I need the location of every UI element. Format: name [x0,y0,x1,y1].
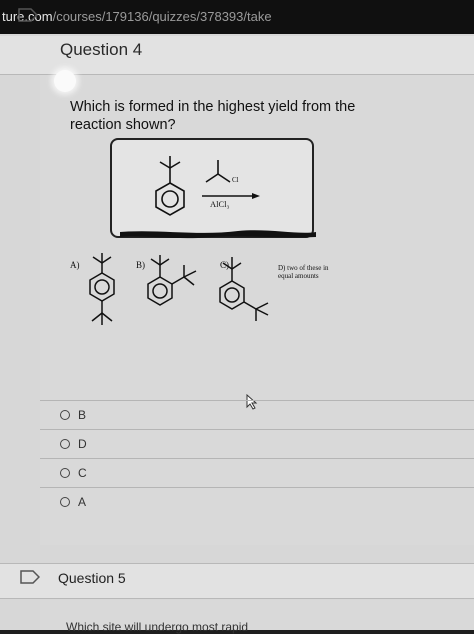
catalyst-label: AlCl₃ [210,199,230,209]
radio-button[interactable] [60,468,70,478]
choice-label: A [78,495,87,509]
product-options-drawing [89,253,269,325]
question-5-title: Question 5 [58,570,126,586]
question-5-prompt: Which site will undergo most rapid [66,620,249,634]
radio-button[interactable] [60,410,70,420]
reaction-scheme-drawing [155,156,260,216]
answer-choice-d[interactable]: D [40,429,474,458]
url-path: /courses/179136/quizzes/378393/take [52,9,272,24]
reagent-label: Cl [232,176,239,184]
browser-url-bar[interactable]: ture.com/courses/179136/quizzes/378393/t… [0,0,474,34]
flag-question-icon[interactable] [20,570,40,584]
choice-label: C [78,466,87,480]
answer-choices: B D C A [40,400,474,516]
question-4-prompt: Which is formed in the highest yield fro… [70,99,356,133]
option-d-line-1: D) two of these in [278,264,329,272]
reaction-arrow-head [252,193,260,199]
question-4-title: Question 4 [60,40,143,59]
benzene-ring [155,182,185,216]
option-d-line-2: equal amounts [278,272,319,280]
option-c-label: C) [220,260,229,270]
screen-glare [54,70,76,92]
choice-label: B [78,408,87,422]
flag-question-icon[interactable] [18,8,38,22]
radio-button[interactable] [60,497,70,507]
choice-label: D [78,437,87,451]
radio-button[interactable] [60,439,70,449]
answer-choice-b[interactable]: B [40,400,474,429]
ink-scribble [120,230,316,239]
option-d-label: D) two of these in equal amounts [278,264,329,280]
option-a-label: A) [70,260,80,270]
answer-choice-a[interactable]: A [40,487,474,516]
answer-choice-c[interactable]: C [40,458,474,487]
option-b-label: B) [136,260,145,270]
